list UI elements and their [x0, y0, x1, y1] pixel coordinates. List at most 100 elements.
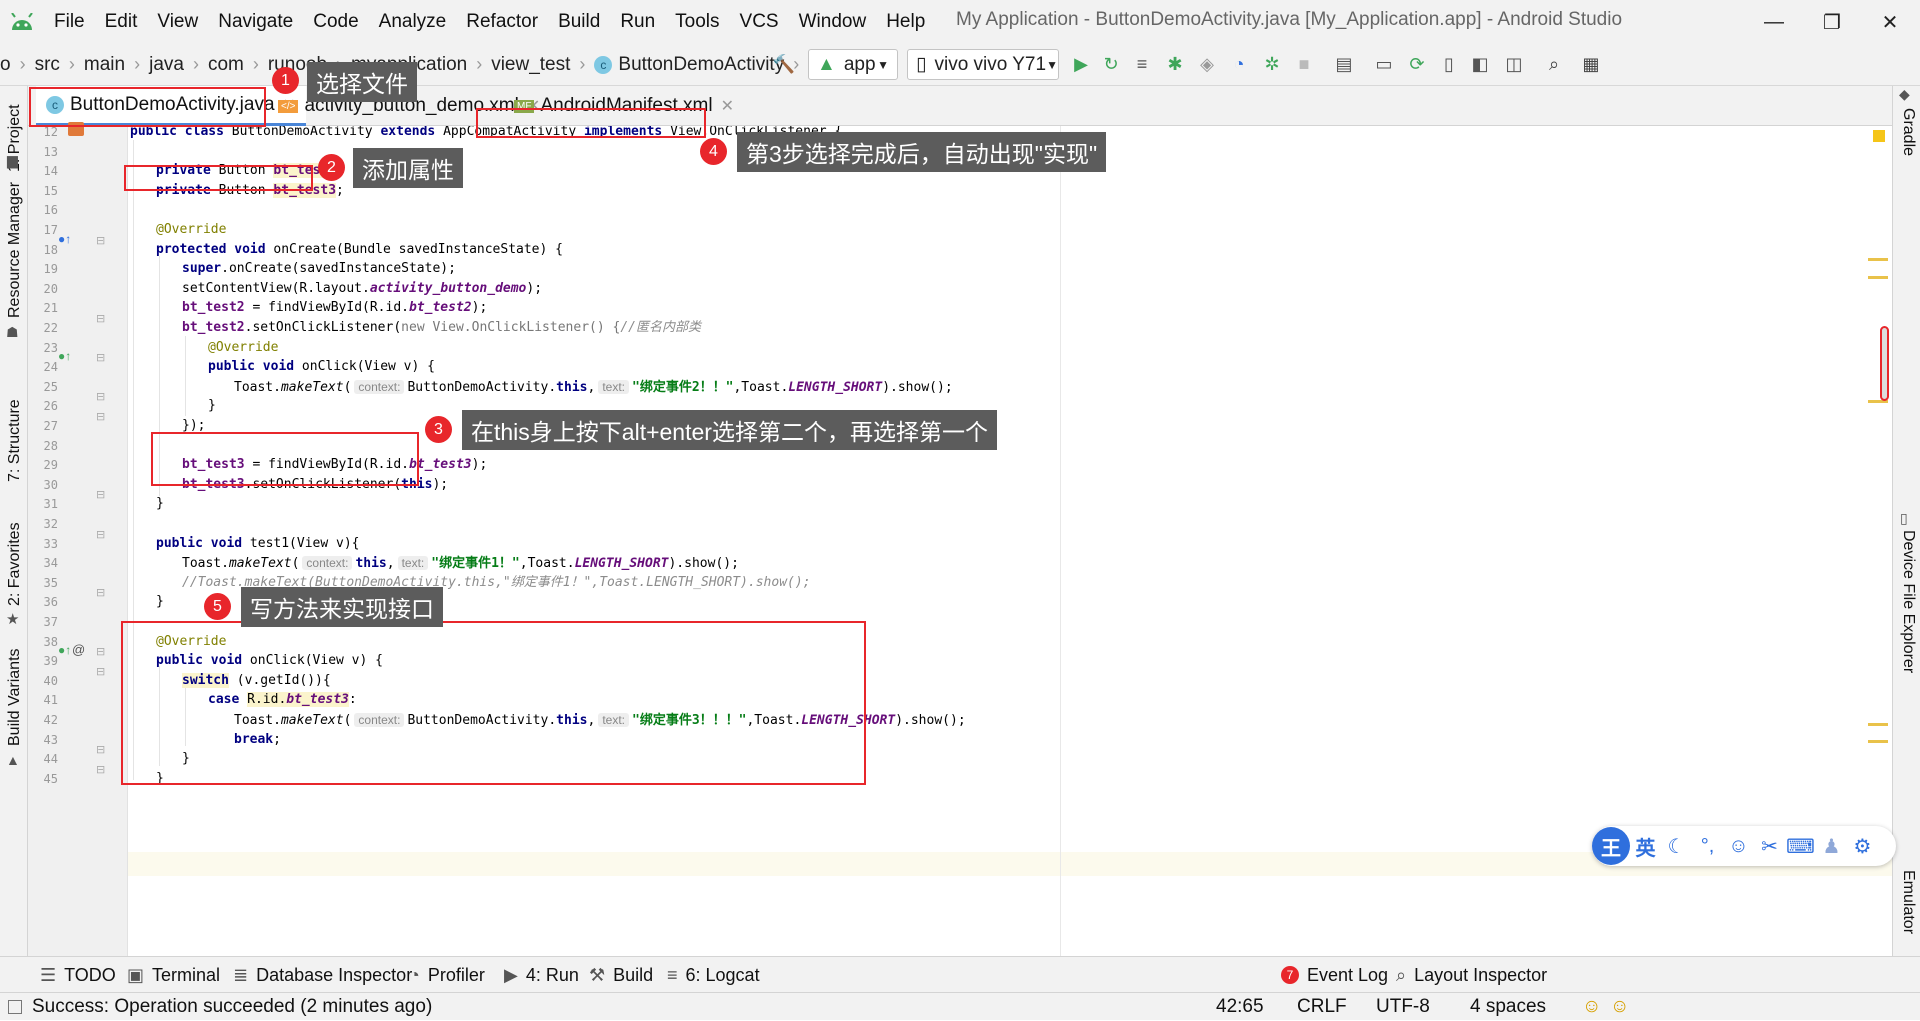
database-inspector-tool-button[interactable]: ≣ Database Inspector	[233, 957, 412, 993]
inspection-status-icon[interactable]	[1873, 130, 1885, 142]
breadcrumb-item[interactable]: main	[84, 54, 125, 76]
layout-inspector-tool-button[interactable]: ⌕ Layout Inspector	[1396, 957, 1547, 993]
stop-icon[interactable]: ■	[1290, 50, 1318, 78]
fold-icon[interactable]: ⊟	[96, 351, 105, 364]
avd-manager-icon[interactable]: ▯	[1435, 50, 1463, 78]
fold-icon[interactable]: ⊟	[96, 743, 105, 756]
todo-tool-button[interactable]: ☰ TODO	[40, 957, 116, 993]
keyboard-icon[interactable]: ⌨	[1785, 834, 1816, 859]
menu-analyze[interactable]: Analyze	[369, 11, 457, 33]
ime-logo-icon[interactable]: 王	[1592, 827, 1630, 865]
breadcrumb-item[interactable]: view_test	[491, 54, 570, 76]
breadcrumb-separator: ›	[252, 54, 259, 74]
project-structure-icon[interactable]: ▤	[1330, 50, 1358, 78]
fold-icon[interactable]: ⊟	[96, 234, 105, 247]
favorites-tool-tab[interactable]: 2: Favorites	[6, 522, 24, 606]
menu-code[interactable]: Code	[303, 11, 368, 33]
scroll-marker[interactable]	[1868, 740, 1888, 743]
emulator-tool-tab[interactable]: Emulator	[1899, 870, 1917, 934]
structure-tool-tab[interactable]: 7: Structure	[6, 399, 24, 482]
status-message[interactable]: Success: Operation succeeded (2 minutes …	[32, 993, 432, 1021]
menu-window[interactable]: Window	[789, 11, 877, 33]
search-icon[interactable]: ⌕	[1540, 50, 1568, 78]
fold-icon[interactable]: ⊟	[96, 763, 105, 776]
run-config-select[interactable]: ▲ app ▼	[808, 49, 898, 80]
menu-help[interactable]: Help	[876, 11, 935, 33]
fold-icon[interactable]: ⊟	[96, 488, 105, 501]
implement-method-icon[interactable]: ●↑	[58, 643, 71, 657]
scissors-icon[interactable]: ✂	[1754, 834, 1785, 859]
emoji-icon[interactable]: ☺	[1723, 835, 1754, 858]
attach-debugger-icon[interactable]: ◈	[1193, 50, 1221, 78]
file-encoding[interactable]: UTF-8	[1376, 993, 1430, 1021]
resource-icon[interactable]: ◫	[1500, 50, 1528, 78]
scroll-marker[interactable]	[1868, 258, 1888, 261]
terminal-tool-button[interactable]: ▣ Terminal	[127, 957, 220, 993]
menu-refactor[interactable]: Refactor	[456, 11, 548, 33]
moon-icon[interactable]: ☾	[1661, 834, 1692, 859]
breadcrumb-item[interactable]: ButtonDemoActivity	[618, 54, 784, 76]
build-hammer-icon[interactable]: 🔨	[770, 50, 798, 78]
menu-file[interactable]: File	[44, 11, 95, 33]
settings-icon[interactable]: ⚙	[1847, 834, 1878, 859]
annotation-badge: 5	[204, 593, 231, 620]
fold-icon[interactable]: ⊟	[96, 528, 105, 541]
layout-icon[interactable]: ◧	[1466, 50, 1494, 78]
debug-icon[interactable]: ✱	[1161, 50, 1189, 78]
punctuation-icon[interactable]: °,	[1692, 835, 1723, 858]
device-select[interactable]: ▯ vivo vivo Y71 ▼	[907, 49, 1059, 80]
fold-icon[interactable]: ⊟	[96, 665, 105, 678]
menu-navigate[interactable]: Navigate	[208, 11, 303, 33]
resource-manager-tool-tab[interactable]: Resource Manager	[6, 182, 24, 318]
notifications-icon[interactable]: ☺	[1610, 993, 1629, 1021]
profile-icon[interactable]: ◔	[1225, 50, 1253, 78]
menu-tools[interactable]: Tools	[665, 11, 729, 33]
ime-language-toggle[interactable]: 英	[1630, 832, 1661, 861]
gradle-sync-icon[interactable]: ⟳	[1403, 50, 1431, 78]
device-icon: ▯	[1900, 510, 1908, 526]
menu-run[interactable]: Run	[610, 11, 665, 33]
gradle-tool-tab[interactable]: Gradle	[1899, 108, 1917, 156]
indent-setting[interactable]: 4 spaces	[1470, 993, 1546, 1021]
device-file-explorer-tool-tab[interactable]: Device File Explorer	[1899, 530, 1917, 673]
fold-icon[interactable]: ⊟	[96, 645, 105, 658]
build-variants-tool-tab[interactable]: Build Variants	[6, 648, 24, 746]
apply-code-changes-icon[interactable]: ≡	[1128, 50, 1156, 78]
menu-vcs[interactable]: VCS	[730, 11, 789, 33]
scroll-marker[interactable]	[1868, 723, 1888, 726]
profiler-tool-button[interactable]: ◔ Profiler	[409, 957, 485, 993]
account-icon[interactable]: ▦	[1577, 50, 1605, 78]
hector-icon[interactable]: ☺	[1582, 993, 1601, 1021]
line-separator[interactable]: CRLF	[1297, 993, 1347, 1021]
user-icon[interactable]: ♟	[1816, 834, 1847, 859]
close-button[interactable]: ✕	[1861, 0, 1919, 44]
scrollbar-thumb[interactable]	[1880, 326, 1889, 401]
annotation-badge: 3	[425, 416, 452, 443]
caret-position[interactable]: 42:65	[1216, 993, 1264, 1021]
fold-icon[interactable]: ⊟	[96, 410, 105, 423]
breadcrumb-item[interactable]: com	[208, 54, 244, 76]
breadcrumb-item[interactable]: o	[0, 54, 11, 76]
minimize-button[interactable]: —	[1745, 0, 1803, 44]
event-log-tool-button[interactable]: 7 Event Log	[1281, 957, 1388, 993]
override-method-icon[interactable]: ●↑	[58, 232, 71, 246]
run-icon[interactable]: ▶	[1067, 50, 1095, 78]
breadcrumb-item[interactable]: src	[35, 54, 60, 76]
logcat-tool-button[interactable]: ≡ 6: Logcat	[667, 957, 760, 993]
fold-icon[interactable]: ⊟	[96, 390, 105, 403]
attach-icon[interactable]: ✲	[1258, 50, 1286, 78]
implement-method-icon[interactable]: ●↑	[58, 349, 71, 363]
maximize-button[interactable]: ❐	[1803, 0, 1861, 44]
run-tool-button[interactable]: ▶ 4: Run	[504, 957, 579, 993]
breadcrumb-item[interactable]: java	[149, 54, 184, 76]
build-tool-button[interactable]: ⚒ Build	[589, 957, 653, 993]
close-tab-icon[interactable]: ✕	[721, 96, 734, 116]
fold-icon[interactable]: ⊟	[96, 312, 105, 325]
sdk-manager-icon[interactable]: ▭	[1370, 50, 1398, 78]
fold-icon[interactable]: ⊟	[96, 586, 105, 599]
scroll-marker[interactable]	[1868, 276, 1888, 279]
menu-view[interactable]: View	[147, 11, 208, 33]
menu-build[interactable]: Build	[548, 11, 610, 33]
menu-edit[interactable]: Edit	[95, 11, 148, 33]
apply-changes-icon[interactable]: ↻	[1097, 50, 1125, 78]
